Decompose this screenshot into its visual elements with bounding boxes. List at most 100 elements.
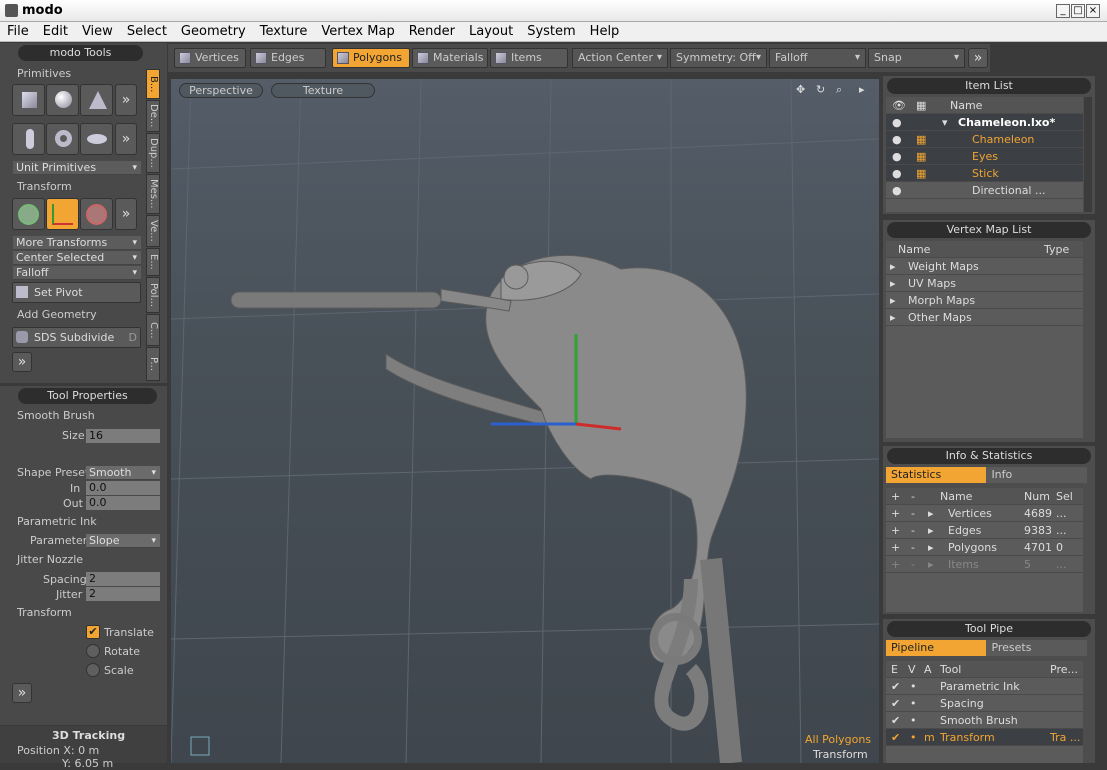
transform-tool-button[interactable] xyxy=(46,198,79,230)
materials-mode-button[interactable]: Materials xyxy=(412,48,488,68)
expand-icon[interactable]: ▸ xyxy=(928,505,934,522)
vertices-mode-button[interactable]: Vertices xyxy=(174,48,246,68)
stats-row-vertices[interactable]: + - ▸ Vertices 4689... xyxy=(886,505,1083,522)
pipe-row-parametric-ink[interactable]: ✔ • Parametric Ink xyxy=(886,678,1083,695)
symmetry-dropdown[interactable]: Symmetry: Off xyxy=(670,48,767,68)
viewport-menu-icon[interactable]: ▸ xyxy=(859,83,865,96)
item-row-eyes[interactable]: ● ▦ Eyes xyxy=(886,148,1083,165)
spacing-field[interactable]: 2 xyxy=(86,572,160,586)
shape-preset-dropdown[interactable]: Smooth xyxy=(86,466,160,480)
vtab-paint[interactable]: P... xyxy=(146,347,160,381)
menu-geometry[interactable]: Geometry xyxy=(174,22,253,42)
enable-check-icon[interactable]: ✔ xyxy=(891,678,900,695)
more-transforms-dropdown[interactable]: More Transforms xyxy=(13,236,141,250)
mesh-lock-icon[interactable]: ▦ xyxy=(916,131,926,148)
minimize-button[interactable]: _ xyxy=(1056,4,1070,18)
falloff-toolbar-dropdown[interactable]: Falloff xyxy=(769,48,866,68)
vmap-morph-maps[interactable]: ▸ Morph Maps xyxy=(886,292,1083,309)
capsule-primitive-button[interactable] xyxy=(12,123,45,155)
eye-icon[interactable]: ● xyxy=(892,114,902,131)
menu-render[interactable]: Render xyxy=(402,22,462,42)
set-pivot-button[interactable]: Set Pivot xyxy=(12,282,141,303)
scale-checkbox[interactable] xyxy=(86,663,100,677)
pipe-row-smooth-brush[interactable]: ✔ • Smooth Brush xyxy=(886,712,1083,729)
torus-primitive-button[interactable] xyxy=(46,123,79,155)
perspective-tab[interactable]: Perspective xyxy=(179,83,263,98)
chameleon-model[interactable] xyxy=(230,254,747,763)
expand-icon[interactable]: ▸ xyxy=(890,275,896,292)
info-tab[interactable]: Info xyxy=(986,467,1087,483)
stats-row-edges[interactable]: + - ▸ Edges 9383... xyxy=(886,522,1083,539)
snap-dropdown[interactable]: Snap xyxy=(868,48,965,68)
visible-dot-icon[interactable]: • xyxy=(910,678,917,695)
visible-dot-icon[interactable]: • xyxy=(910,695,917,712)
falloff-dropdown[interactable]: Falloff xyxy=(13,266,141,280)
add-icon[interactable]: + xyxy=(891,505,900,522)
visible-dot-icon[interactable]: • xyxy=(910,712,917,729)
eye-icon[interactable]: ● xyxy=(892,131,902,148)
statistics-tab[interactable]: Statistics xyxy=(886,467,987,483)
vmap-weight-maps[interactable]: ▸ Weight Maps xyxy=(886,258,1083,275)
sphere-primitive-button[interactable] xyxy=(46,84,79,116)
toolbar-more-button[interactable]: » xyxy=(968,48,988,68)
expand-arrow-icon[interactable]: ▾ xyxy=(942,114,948,131)
transform-more-button[interactable]: » xyxy=(115,198,137,230)
primitives-more-button[interactable]: » xyxy=(115,84,137,116)
maximize-button[interactable]: □ xyxy=(1071,4,1085,18)
translate-checkbox[interactable]: ✔ xyxy=(86,625,100,639)
vtab-vertex[interactable]: Ve... xyxy=(146,215,160,247)
expand-icon[interactable]: ▸ xyxy=(928,522,934,539)
add-icon[interactable]: + xyxy=(891,556,900,573)
expand-icon[interactable]: ▸ xyxy=(928,539,934,556)
cone-primitive-button[interactable] xyxy=(80,84,113,116)
action-center-dropdown[interactable]: Action Center xyxy=(572,48,668,68)
item-row-directional[interactable]: ● Directional ... xyxy=(886,182,1083,199)
polygons-mode-button[interactable]: Polygons xyxy=(332,48,410,68)
remove-icon[interactable]: - xyxy=(911,505,915,522)
vtab-duplicate[interactable]: Dup... xyxy=(146,133,160,173)
viewport-rotate-icon[interactable]: ↻ xyxy=(816,83,825,96)
viewport-zoom-icon[interactable]: ⌕ xyxy=(836,83,842,97)
vtab-edge[interactable]: E... xyxy=(146,248,160,276)
item-row-stick[interactable]: ● ▦ Stick xyxy=(886,165,1083,182)
items-mode-button[interactable]: Items xyxy=(490,48,568,68)
remove-icon[interactable]: - xyxy=(911,556,915,573)
rotate-tool-button[interactable] xyxy=(80,198,113,230)
close-button[interactable]: × xyxy=(1086,4,1100,18)
vtab-deform[interactable]: De... xyxy=(146,100,160,132)
jitter-field[interactable]: 2 xyxy=(86,587,160,601)
tool-properties-more-button[interactable]: » xyxy=(12,683,32,703)
3d-viewport[interactable]: Perspective Texture ✥ ↻ ⌕ ▸ All Polygons… xyxy=(171,79,879,763)
item-row-scene[interactable]: ● ▾ Chameleon.lxo* xyxy=(886,114,1083,131)
ellipsoid-primitive-button[interactable] xyxy=(80,123,113,155)
cube-primitive-button[interactable] xyxy=(12,84,45,116)
eye-icon[interactable]: ● xyxy=(892,165,902,182)
enable-check-icon[interactable]: ✔ xyxy=(891,695,900,712)
vtab-mesh[interactable]: Mes... xyxy=(146,174,160,214)
menu-vertex-map[interactable]: Vertex Map xyxy=(314,22,401,42)
add-icon[interactable]: + xyxy=(891,539,900,556)
enable-check-icon[interactable]: ✔ xyxy=(891,729,900,746)
primitives-more-button-2[interactable]: » xyxy=(115,123,137,155)
menu-view[interactable]: View xyxy=(75,22,120,42)
menu-edit[interactable]: Edit xyxy=(36,22,75,42)
remove-icon[interactable]: - xyxy=(911,539,915,556)
mesh-lock-icon[interactable]: ▦ xyxy=(916,165,926,182)
viewport-pan-icon[interactable]: ✥ xyxy=(796,83,805,96)
menu-system[interactable]: System xyxy=(520,22,582,42)
visible-dot-icon[interactable]: • xyxy=(910,729,917,746)
parameter-dropdown[interactable]: Slope xyxy=(86,534,160,548)
pipe-row-transform[interactable]: ✔ • m Transform Tra ... xyxy=(886,729,1083,746)
pipe-row-spacing[interactable]: ✔ • Spacing xyxy=(886,695,1083,712)
edges-mode-button[interactable]: Edges xyxy=(250,48,326,68)
pipeline-tab[interactable]: Pipeline xyxy=(886,640,987,656)
expand-icon[interactable]: ▸ xyxy=(890,309,896,326)
move-tool-button[interactable] xyxy=(12,198,45,230)
item-row-chameleon[interactable]: ● ▦ Chameleon xyxy=(886,131,1083,148)
item-list-scrollbar[interactable] xyxy=(1084,97,1092,212)
size-field[interactable]: 16 xyxy=(86,429,160,443)
presets-tab[interactable]: Presets xyxy=(986,640,1087,656)
menu-texture[interactable]: Texture xyxy=(253,22,315,42)
sds-subdivide-button[interactable]: SDS Subdivide D xyxy=(12,327,141,348)
in-field[interactable]: 0.0 xyxy=(86,481,160,495)
